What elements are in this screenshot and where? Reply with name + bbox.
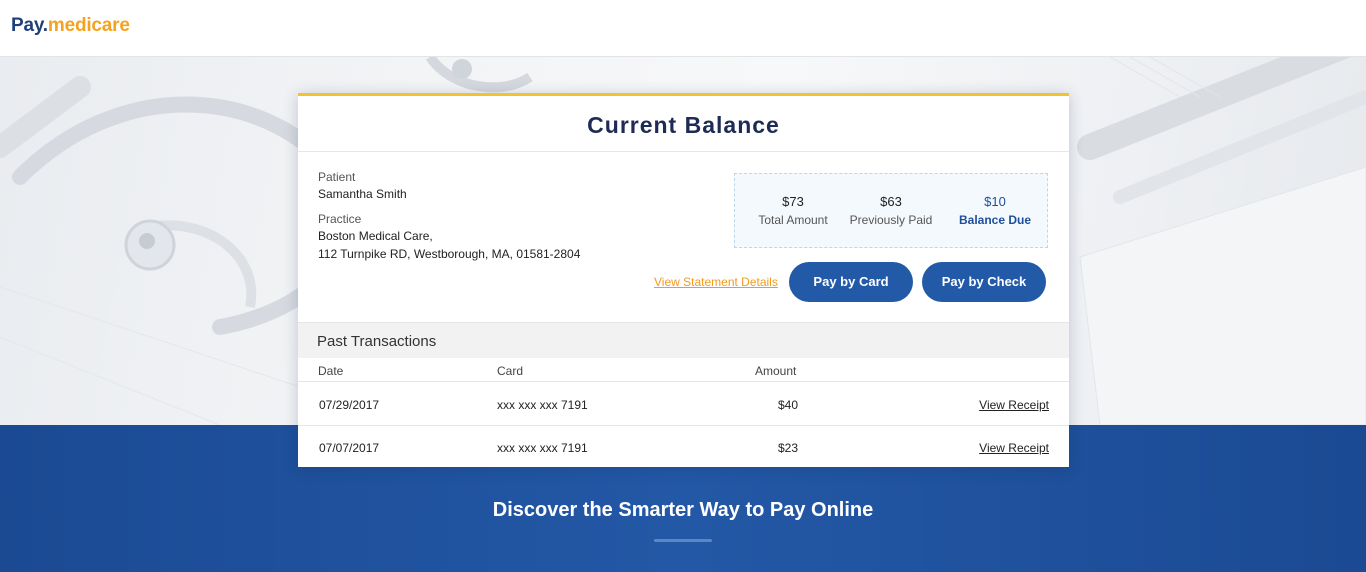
total-amount-value: $73 xyxy=(782,194,804,209)
transaction-amount: $40 xyxy=(777,398,798,412)
logo-pay-text: Pay. xyxy=(11,15,48,36)
column-header-card: Card xyxy=(497,364,524,378)
table-row: 07/07/2017 xxx xxx xxx 7191 $23 View Rec… xyxy=(298,426,1069,469)
promo-band-title: Discover the Smarter Way to Pay Online xyxy=(492,499,874,521)
logo-medicare-text: medicare xyxy=(47,15,130,36)
card-title-divider xyxy=(298,151,1069,152)
practice-address: 112 Turnpike RD, Westborough, MA, 01581-… xyxy=(318,247,581,261)
practice-name: Boston Medical Care, xyxy=(318,229,433,243)
top-nav-bar: Pay.medicare xyxy=(0,0,1366,57)
balance-summary-box: $73 Total Amount $63 Previously Paid $10… xyxy=(734,173,1048,248)
transactions-table-header: Date Card Amount xyxy=(298,358,1069,382)
column-header-date: Date xyxy=(318,364,344,378)
previously-paid-value: $63 xyxy=(880,194,902,209)
previously-paid-label: Previously Paid xyxy=(849,213,933,227)
transaction-card: xxx xxx xxx 7191 xyxy=(497,398,588,412)
pay-by-check-button[interactable]: Pay by Check xyxy=(922,262,1046,302)
total-amount-summary: $73 Total Amount xyxy=(755,194,831,227)
transaction-date: 07/07/2017 xyxy=(319,441,380,455)
balance-due-value: $10 xyxy=(984,194,1006,209)
total-amount-label: Total Amount xyxy=(758,213,828,227)
view-statement-details-link[interactable]: View Statement Details xyxy=(654,275,778,289)
practice-label: Practice xyxy=(318,212,362,226)
balance-due-summary: $10 Balance Due xyxy=(955,194,1035,227)
patient-label: Patient xyxy=(318,170,356,184)
column-header-amount: Amount xyxy=(755,364,797,378)
past-transactions-title: Past Transactions xyxy=(317,333,437,350)
pay-medicare-logo[interactable]: Pay.medicare xyxy=(11,15,130,37)
current-balance-card: Current Balance Patient Samantha Smith P… xyxy=(298,93,1069,467)
transaction-date: 07/29/2017 xyxy=(319,398,380,412)
pay-by-card-button[interactable]: Pay by Card xyxy=(789,262,913,302)
transaction-amount: $23 xyxy=(777,441,798,455)
past-transactions-header: Past Transactions xyxy=(298,322,1069,358)
table-row: 07/29/2017 xxx xxx xxx 7191 $40 View Rec… xyxy=(298,383,1069,426)
card-title: Current Balance xyxy=(587,112,780,138)
view-receipt-link[interactable]: View Receipt xyxy=(979,441,1049,455)
promo-band-underline xyxy=(654,539,712,542)
view-receipt-link[interactable]: View Receipt xyxy=(979,398,1049,412)
previously-paid-summary: $63 Previously Paid xyxy=(848,194,934,227)
balance-due-label: Balance Due xyxy=(958,213,1032,227)
transaction-card: xxx xxx xxx 7191 xyxy=(497,441,588,455)
patient-name: Samantha Smith xyxy=(318,187,407,201)
